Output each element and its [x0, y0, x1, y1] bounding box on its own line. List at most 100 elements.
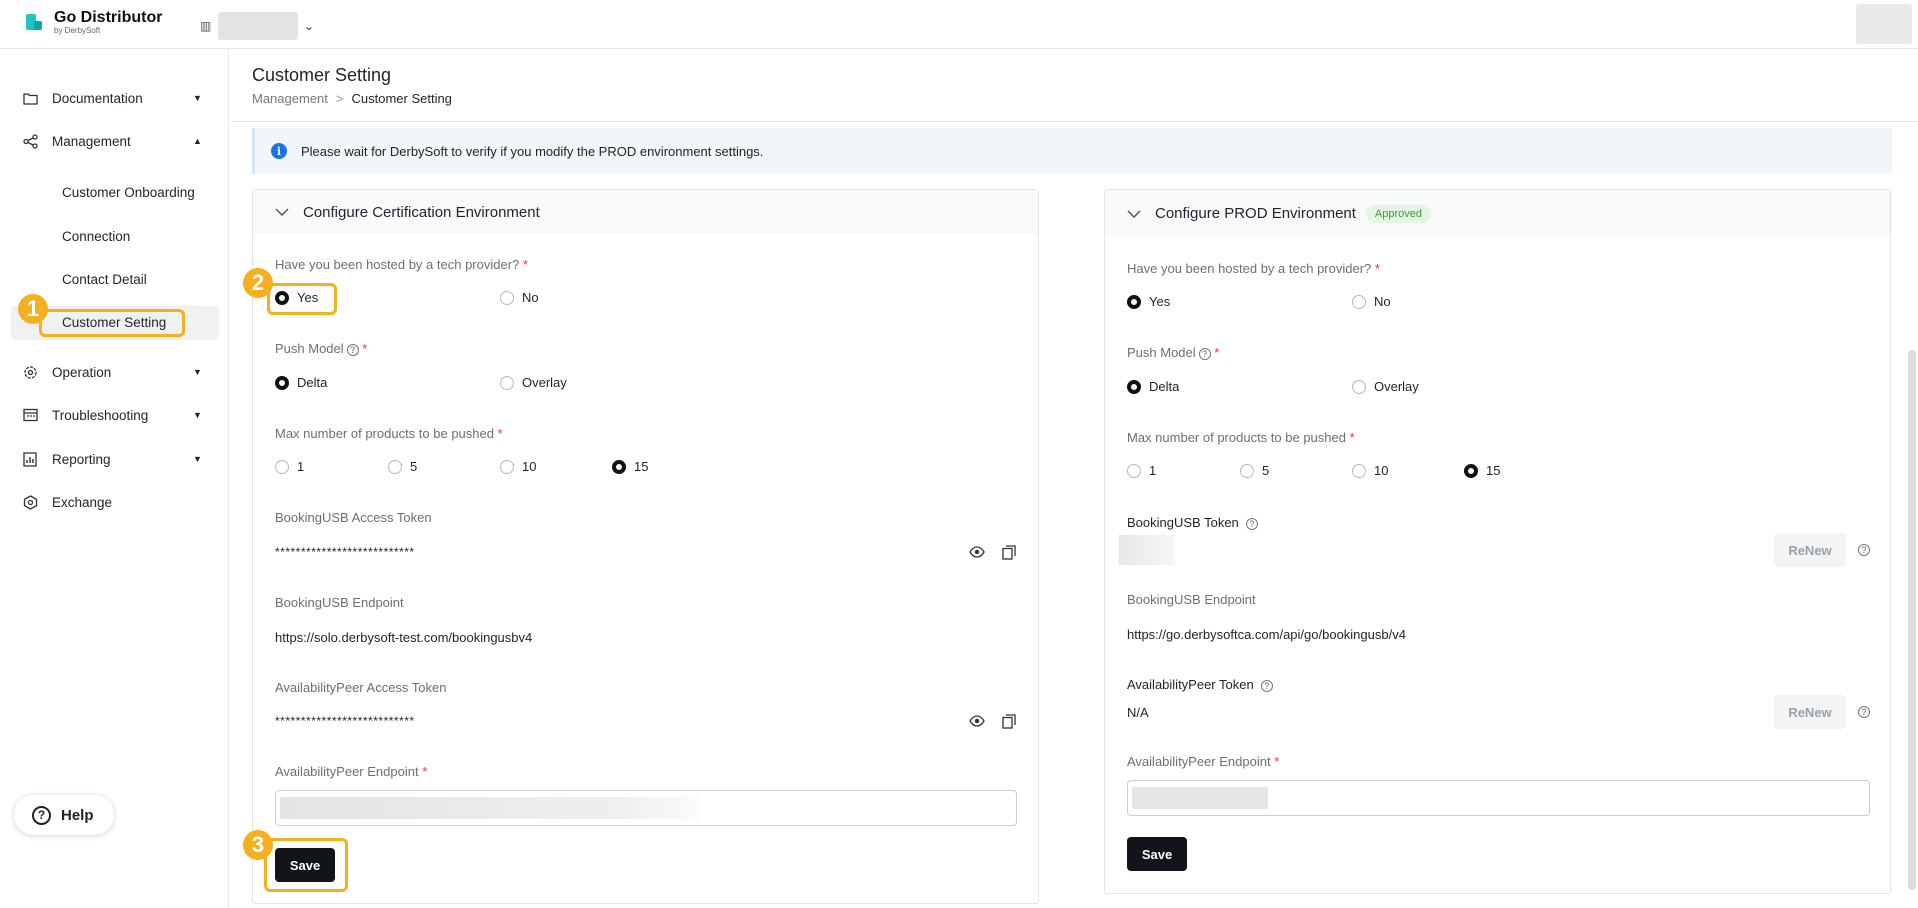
breadcrumb: Management > Customer Setting — [252, 91, 452, 106]
folder-icon — [22, 90, 38, 106]
prod-card-header[interactable]: Configure PROD Environment Approved — [1105, 190, 1890, 237]
chevron-down-icon: ⌄ — [304, 19, 315, 33]
eye-icon[interactable] — [968, 543, 986, 561]
max-5-radio[interactable]: 5 — [1240, 463, 1269, 478]
radio-label: 1 — [1149, 463, 1157, 478]
callout-highlight-1 — [39, 309, 185, 337]
breadcrumb-item-management[interactable]: Management — [252, 91, 328, 106]
top-bar: Go Distributor by DerbySoft ▥ ⌄ — [0, 0, 1918, 49]
prod-environment-card: Configure PROD Environment Approved Have… — [1104, 189, 1891, 894]
breadcrumb-item-current: Customer Setting — [351, 91, 452, 106]
required-mark: * — [1274, 754, 1280, 769]
question-icon[interactable]: ? — [1858, 706, 1870, 718]
radio-dot — [275, 459, 289, 474]
radio-label: Overlay — [522, 375, 567, 390]
sidebar-item-operation[interactable]: Operation ▼ — [0, 355, 229, 389]
sidebar-item-documentation[interactable]: Documentation ▼ — [0, 81, 229, 115]
radio-label: 15 — [634, 459, 649, 474]
save-button[interactable]: Save — [1127, 837, 1187, 871]
max-10-radio[interactable]: 10 — [1352, 463, 1388, 478]
max-15-radio[interactable]: 15 — [612, 459, 648, 474]
push-model-label: Push Model? * — [275, 341, 367, 356]
renew-button[interactable]: ReNew — [1774, 695, 1846, 729]
availability-endpoint-input[interactable] — [275, 790, 1017, 826]
sidebar-item-exchange[interactable]: Exchange — [0, 485, 229, 519]
sidebar-item-reporting[interactable]: Reporting ▼ — [0, 442, 229, 476]
availability-token-label: AvailabilityPeer Token? — [1127, 677, 1273, 692]
booking-token-value: *************************** — [275, 545, 415, 559]
max-15-radio[interactable]: 15 — [1464, 463, 1500, 478]
push-overlay-radio[interactable]: Overlay — [500, 375, 567, 390]
question-icon[interactable]: ? — [346, 343, 359, 356]
gear-icon — [22, 364, 38, 380]
question-icon[interactable]: ? — [1260, 679, 1273, 692]
radio-dot — [275, 375, 289, 390]
radio-label: 10 — [1374, 463, 1389, 478]
avatar[interactable] — [1856, 4, 1912, 44]
radio-label: 5 — [1262, 463, 1270, 478]
sidebar-item-troubleshooting[interactable]: Troubleshooting ▼ — [0, 398, 229, 432]
radio-label: Delta — [297, 375, 328, 390]
renew-button[interactable]: ReNew — [1774, 533, 1846, 567]
copy-icon[interactable] — [1000, 712, 1018, 730]
caret-down-icon: ▼ — [193, 93, 202, 103]
push-delta-radio[interactable]: Delta — [275, 375, 327, 390]
push-overlay-radio[interactable]: Overlay — [1352, 379, 1419, 394]
sidebar-item-management[interactable]: Management ▲ — [0, 124, 229, 158]
organization-selector[interactable]: ▥ ⌄ — [200, 12, 314, 40]
required-mark: * — [362, 341, 368, 356]
question-icon[interactable]: ? — [1198, 347, 1211, 360]
max-1-radio[interactable]: 1 — [1127, 463, 1156, 478]
radio-label: Delta — [1149, 379, 1180, 394]
building-icon: ▥ — [200, 19, 212, 33]
certification-environment-card: Configure Certification Environment Have… — [252, 189, 1039, 904]
sidebar-item-label: Management — [52, 133, 131, 149]
sidebar-subitem-contact-detail[interactable]: Contact Detail — [62, 264, 147, 294]
sidebar-subitem-connection[interactable]: Connection — [62, 221, 130, 251]
availability-endpoint-label-text: AvailabilityPeer Endpoint — [1127, 754, 1271, 769]
radio-dot — [500, 375, 514, 390]
question-icon[interactable]: ? — [1245, 517, 1258, 530]
hosted-yes-radio[interactable]: Yes — [1127, 294, 1170, 309]
radio-label: 5 — [410, 459, 418, 474]
sidebar: Documentation ▼ Management ▲ Customer On… — [0, 49, 229, 908]
booking-endpoint-label: BookingUSB Endpoint — [275, 595, 404, 610]
radio-dot — [1127, 379, 1141, 394]
page-title: Customer Setting — [252, 65, 392, 85]
breadcrumb-separator: > — [335, 91, 344, 106]
radio-dot — [388, 459, 402, 474]
hosted-label-text: Have you been hosted by a tech provider? — [275, 257, 520, 272]
hosted-label: Have you been hosted by a tech provider?… — [1127, 261, 1380, 276]
availability-endpoint-label-text: AvailabilityPeer Endpoint — [275, 764, 419, 779]
prod-card-title: Configure PROD Environment — [1155, 205, 1356, 222]
radio-dot — [1127, 463, 1141, 478]
radio-dot — [500, 459, 514, 474]
sidebar-subitem-customer-onboarding[interactable]: Customer Onboarding — [62, 177, 195, 207]
max-1-radio[interactable]: 1 — [275, 459, 304, 474]
max-products-label-text: Max number of products to be pushed — [275, 426, 494, 441]
question-icon[interactable]: ? — [1858, 544, 1870, 556]
copy-icon[interactable] — [1000, 543, 1018, 561]
hosted-no-radio[interactable]: No — [1352, 294, 1391, 309]
max-5-radio[interactable]: 5 — [388, 459, 417, 474]
app-logo[interactable]: Go Distributor by DerbySoft — [24, 9, 162, 35]
help-button[interactable]: ? Help — [14, 795, 114, 835]
callout-badge-3: 3 — [243, 830, 273, 860]
scrollbar[interactable] — [1908, 350, 1916, 890]
organization-name-redacted — [218, 12, 298, 40]
hosted-no-radio[interactable]: No — [500, 290, 539, 305]
radio-dot — [612, 459, 626, 474]
chevron-down-icon — [1127, 207, 1141, 221]
availability-endpoint-input[interactable] — [1127, 780, 1870, 816]
max-10-radio[interactable]: 10 — [500, 459, 536, 474]
max-products-label: Max number of products to be pushed * — [275, 426, 503, 441]
booking-token-label: BookingUSB Access Token — [275, 510, 432, 525]
availability-token-label: AvailabilityPeer Access Token — [275, 680, 447, 695]
radio-label: Overlay — [1374, 379, 1419, 394]
push-delta-radio[interactable]: Delta — [1127, 379, 1179, 394]
eye-icon[interactable] — [968, 712, 986, 730]
share-icon — [22, 133, 38, 149]
certification-card-header[interactable]: Configure Certification Environment — [253, 190, 1038, 234]
radio-dot — [1352, 379, 1366, 394]
info-banner-text: Please wait for DerbySoft to verify if y… — [301, 143, 764, 159]
